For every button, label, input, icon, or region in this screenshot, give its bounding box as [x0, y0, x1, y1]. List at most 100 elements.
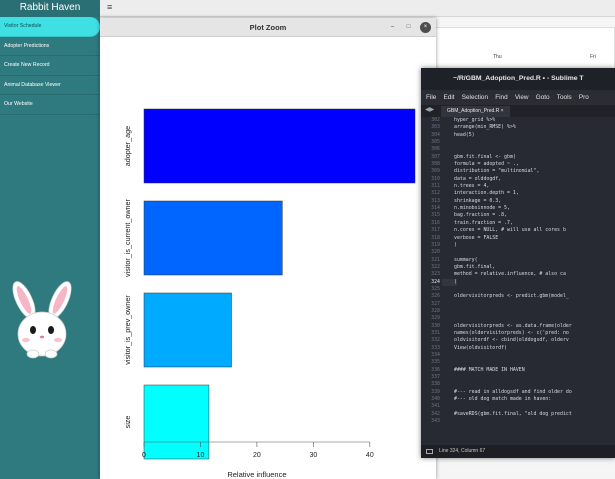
hamburger-icon[interactable]: ≡ — [107, 2, 112, 12]
menu-view[interactable]: View — [515, 90, 529, 105]
menu-selection[interactable]: Selection — [462, 90, 488, 105]
code-line[interactable]: 342 #saveRDS(gbm.fit.final, "old dog pred… — [421, 411, 615, 418]
sublime-titlebar[interactable]: ~/R/GBM_Adoption_Pred.R • - Sublime T — [421, 68, 615, 90]
code-text: oldvisitordf <- cbind(olddogsdf, olderv — [454, 337, 569, 344]
chart-bar — [143, 200, 283, 276]
code-text: #saveRDS(gbm.fit.final, "old dog predict — [454, 410, 572, 417]
menu-goto[interactable]: Goto — [536, 90, 550, 105]
code-line[interactable]: 313 shrinkage = 0.3, — [421, 198, 615, 205]
code-line[interactable]: 334 — [421, 352, 615, 359]
line-number: 331 — [431, 329, 440, 336]
code-line[interactable]: 339 #--- read in alldogsdf and find older… — [421, 389, 615, 396]
maximize-icon[interactable]: □ — [403, 22, 414, 33]
minimize-icon[interactable]: – — [387, 22, 398, 33]
nav-item-adopter-predictions[interactable]: Adopter Predictions — [0, 37, 100, 56]
line-number: 328 — [431, 307, 440, 314]
line-number: 307 — [431, 153, 440, 160]
line-number: 316 — [431, 219, 440, 226]
code-line[interactable]: 336 #### MATCH MADE IN HAVEN — [421, 367, 615, 374]
code-editor[interactable]: 302 hyper_grid %>% 303 arrange(min_RMSE) %… — [421, 117, 615, 443]
code-line[interactable]: 305 — [421, 139, 615, 146]
code-line[interactable]: 333 View(oldvisitordf) — [421, 345, 615, 352]
code-line[interactable]: 308 formula = adopted ~ ., — [421, 161, 615, 168]
code-text: interaction.depth = 1, — [454, 190, 519, 197]
chart-bar — [143, 384, 210, 460]
code-line[interactable]: 325 — [421, 286, 615, 293]
code-line[interactable]: 338 — [421, 381, 615, 388]
nav-item-create-new-record[interactable]: Create New Record — [0, 56, 100, 76]
category-label: size — [123, 416, 132, 429]
code-line[interactable]: 331 names(oldervisitorpreds) <- c('pred: … — [421, 330, 615, 337]
code-line[interactable]: 323 method = relative.influence, # also … — [421, 271, 615, 278]
code-line[interactable]: 326 oldervisitorpreds <- predict.gbm(mode… — [421, 293, 615, 300]
menu-find[interactable]: Find — [495, 90, 507, 105]
code-line[interactable]: 306 — [421, 146, 615, 153]
code-text: method = relative.influence, # also ca — [454, 271, 566, 278]
menu-file[interactable]: File — [426, 90, 436, 105]
code-text: hyper_grid %>% — [454, 117, 496, 123]
top-bar: ≡ — [100, 0, 615, 17]
plot-zoom-titlebar[interactable]: Plot Zoom – □ × — [100, 18, 436, 37]
code-line[interactable]: 322 gbm.fit.final, — [421, 264, 615, 271]
code-line[interactable]: 317 n.cores = NULL, # will use all cores… — [421, 227, 615, 234]
code-line[interactable]: 337 — [421, 374, 615, 381]
code-line[interactable]: 310 data = olddogdf, — [421, 176, 615, 183]
code-line[interactable]: 324) — [421, 278, 615, 286]
code-line[interactable]: 341 — [421, 403, 615, 410]
code-line[interactable]: 343 — [421, 418, 615, 425]
line-number: 343 — [431, 418, 440, 425]
code-line[interactable]: 330 oldervisitorpreds <- as.data.frame(ol… — [421, 323, 615, 330]
code-line[interactable]: 302 hyper_grid %>% — [421, 117, 615, 124]
menu-project[interactable]: Pro — [579, 90, 589, 105]
code-line[interactable]: 327 — [421, 301, 615, 308]
code-text: formula = adopted ~ ., — [454, 161, 519, 168]
code-line[interactable]: 316 train.fraction = .7, — [421, 220, 615, 227]
line-number: 311 — [431, 183, 440, 190]
close-icon[interactable]: × — [420, 22, 431, 33]
nav-item-visitor-schedule[interactable]: Visitor Schedule — [0, 17, 100, 37]
code-line[interactable]: 340 #--- old dog match made in haven: — [421, 396, 615, 403]
code-line[interactable]: 311 n.trees = 4, — [421, 183, 615, 190]
code-line[interactable]: 307 gbm.fit.final <- gbm( — [421, 154, 615, 161]
code-text: ) — [442, 278, 457, 286]
code-line[interactable]: 329 — [421, 315, 615, 322]
code-line[interactable]: 309 distribution = "multinomial", — [421, 168, 615, 175]
nav-item-our-website[interactable]: Our Website — [0, 95, 100, 115]
code-line[interactable]: 320 — [421, 249, 615, 256]
code-line[interactable]: 314 n.minobsinnode = 5, — [421, 205, 615, 212]
code-text: gbm.fit.final <- gbm( — [454, 153, 516, 160]
code-line[interactable]: 332 oldvisitordf <- cbind(olddogsdf, olde… — [421, 337, 615, 344]
line-number: 336 — [431, 366, 440, 373]
nav-item-animal-database-viewer[interactable]: Animal Database Viewer — [0, 76, 100, 95]
line-number: 312 — [431, 190, 440, 197]
menu-tools[interactable]: Tools — [557, 90, 572, 105]
code-line[interactable]: 318 verbose = FALSE — [421, 235, 615, 242]
panel-toggle-icon[interactable] — [426, 449, 433, 454]
code-line[interactable]: 328 — [421, 308, 615, 315]
code-line[interactable]: 304 head(5) — [421, 132, 615, 139]
code-line[interactable]: 312 interaction.depth = 1, — [421, 190, 615, 197]
editor-tab[interactable]: GBM_Adoption_Pred.R × — [441, 106, 510, 117]
code-line[interactable]: 303 arrange(min_RMSE) %>% — [421, 124, 615, 131]
code-text: summary( — [454, 256, 478, 263]
line-number: 323 — [431, 271, 440, 278]
tab-nav-arrows-icon[interactable]: ◀▶ — [425, 106, 434, 113]
sublime-tabbar: ◀▶ GBM_Adoption_Pred.R × — [421, 105, 615, 117]
code-line[interactable]: 321 summary( — [421, 257, 615, 264]
cursor-position: Line 324, Column 67 — [439, 448, 486, 454]
line-number: 317 — [431, 227, 440, 234]
bunny-logo — [12, 281, 72, 359]
code-line[interactable]: 335 — [421, 359, 615, 366]
sublime-text-window: ~/R/GBM_Adoption_Pred.R • - Sublime T Fi… — [421, 68, 615, 458]
x-tick-label: 30 — [309, 452, 317, 459]
line-number: 339 — [431, 388, 440, 395]
code-line[interactable]: 315 bag.fraction = .8, — [421, 212, 615, 219]
calendar: Thu Fri — [434, 27, 615, 69]
status-bar: Line 324, Column 67 — [421, 445, 615, 458]
code-line[interactable]: 319) — [421, 242, 615, 249]
menu-edit[interactable]: Edit — [444, 90, 455, 105]
code-text: shrinkage = 0.3, — [454, 197, 502, 204]
